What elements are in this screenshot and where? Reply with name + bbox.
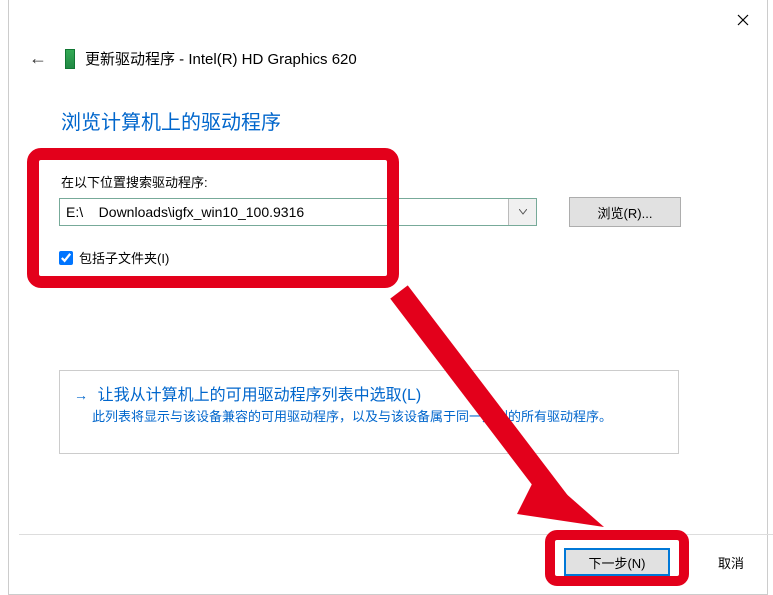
dialog-header: ← 更新驱动程序 - Intel(R) HD Graphics 620 bbox=[29, 48, 729, 69]
include-subfolders-label: 包括子文件夹(I) bbox=[79, 248, 169, 267]
pick-from-list-option[interactable]: → 让我从计算机上的可用驱动程序列表中选取(L) 此列表将显示与该设备兼容的可用… bbox=[59, 370, 679, 454]
title-prefix: 更新驱动程序 - bbox=[85, 51, 188, 68]
driver-update-dialog: ← 更新驱动程序 - Intel(R) HD Graphics 620 浏览计算… bbox=[8, 0, 768, 595]
driver-path-input[interactable] bbox=[60, 199, 506, 225]
back-arrow-icon[interactable]: ← bbox=[29, 48, 47, 69]
option-title: 让我从计算机上的可用驱动程序列表中选取(L) bbox=[98, 387, 422, 404]
path-dropdown-button[interactable] bbox=[508, 199, 536, 225]
include-subfolders-checkbox[interactable] bbox=[59, 251, 73, 265]
chevron-down-icon bbox=[519, 209, 527, 215]
footer-divider bbox=[19, 534, 773, 535]
dialog-title: 更新驱动程序 - Intel(R) HD Graphics 620 bbox=[85, 48, 357, 69]
device-name: Intel(R) HD Graphics 620 bbox=[188, 51, 356, 68]
close-icon bbox=[737, 14, 749, 26]
device-icon bbox=[65, 49, 75, 69]
cancel-button[interactable]: 取消 bbox=[701, 549, 761, 575]
arrow-right-icon: → bbox=[74, 387, 88, 403]
driver-path-combobox[interactable] bbox=[59, 198, 537, 226]
search-location-label: 在以下位置搜索驱动程序: bbox=[61, 172, 208, 191]
close-button[interactable] bbox=[729, 6, 757, 34]
option-description: 此列表将显示与该设备兼容的可用驱动程序，以及与该设备属于同一类别的所有驱动程序。 bbox=[92, 407, 664, 427]
include-subfolders-row: 包括子文件夹(I) bbox=[59, 248, 169, 267]
page-heading: 浏览计算机上的驱动程序 bbox=[61, 106, 281, 135]
browse-button[interactable]: 浏览(R)... bbox=[569, 197, 681, 227]
next-button[interactable]: 下一步(N) bbox=[565, 549, 669, 575]
